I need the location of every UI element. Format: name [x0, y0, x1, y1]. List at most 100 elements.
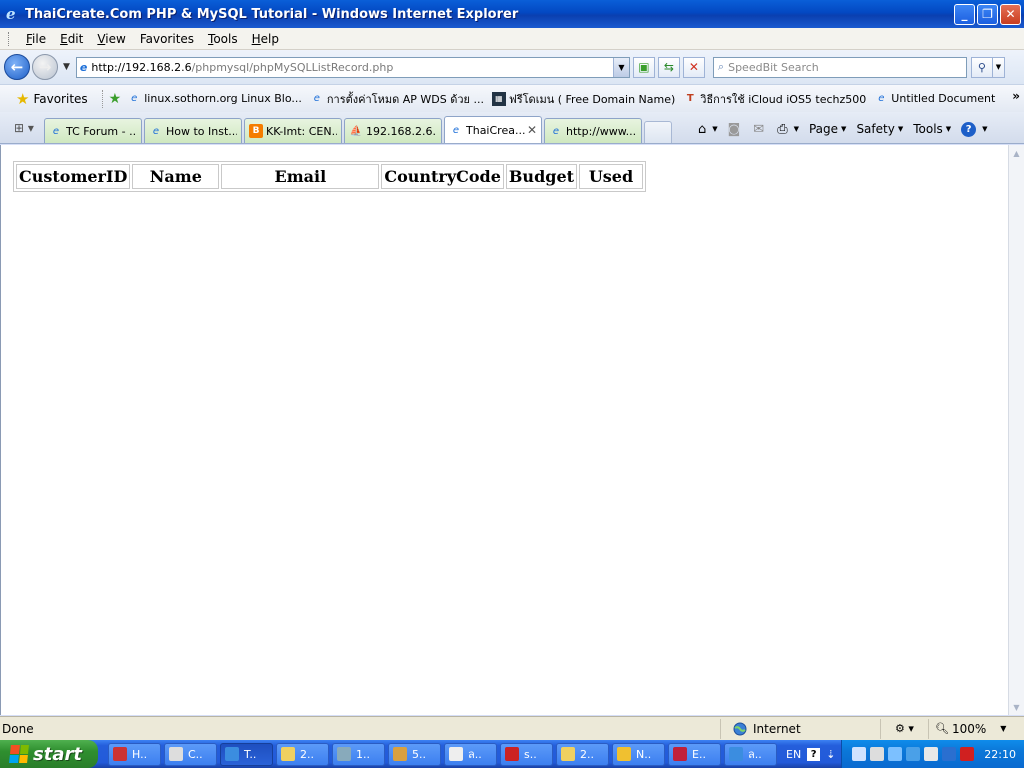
restore-button[interactable]: ❐: [977, 3, 998, 25]
command-bar: ⌂ ▼ ◙ ✉ ⎙ ▼ Page ▼ Safety ▼ Tools ▼ ? ▼: [688, 115, 988, 143]
fav-link-untitled[interactable]: e Untitled Document: [874, 92, 995, 106]
customer-table: CustomerID Name Email CountryCode Budget…: [13, 161, 647, 192]
home-button[interactable]: ⌂ ▼: [698, 122, 718, 137]
favorites-separator: [101, 89, 103, 108]
menu-file[interactable]: File: [19, 32, 53, 46]
favorites-bar: ★ Favorites ★ e linux.sothorn.org Linux B…: [0, 84, 1024, 112]
header-countrycode: CountryCode: [381, 164, 504, 189]
menu-help[interactable]: Help: [245, 32, 286, 46]
sync-icon[interactable]: [888, 747, 903, 761]
title-bar: e ThaiCreate.Com PHP & MySQL Tutorial - …: [0, 0, 1024, 28]
tab-how-to-install[interactable]: e How to Inst...: [144, 118, 242, 143]
search-icon[interactable]: ⚲: [970, 56, 993, 78]
speaker-icon[interactable]: [924, 747, 939, 761]
site-icon: ▦: [491, 91, 506, 106]
taskbar-item[interactable]: ล..: [444, 742, 497, 766]
recent-pages-dropdown[interactable]: ▼: [63, 62, 70, 72]
page-content: CustomerID Name Email CountryCode Budget…: [0, 145, 1008, 715]
fav-link-ap-wds[interactable]: e การตั้งค่าโหมด AP WDS ด้วย ...: [310, 90, 484, 108]
app-tray-icon[interactable]: [942, 747, 957, 761]
help-menu[interactable]: ? ▼: [961, 121, 988, 137]
menu-edit[interactable]: Edit: [53, 32, 90, 46]
toolbar-grip: [8, 31, 11, 46]
taskbar-item[interactable]: s..: [500, 742, 553, 766]
back-button[interactable]: ←: [4, 54, 30, 80]
taskbar: start H.. C.. T.. 2.. 1.. 5.. ล.. s.. 2.…: [0, 740, 1024, 768]
shield-icon[interactable]: [906, 747, 921, 761]
mail-button[interactable]: ✉: [753, 122, 767, 137]
start-button[interactable]: start: [0, 740, 98, 768]
search-options-dropdown[interactable]: ▼: [992, 56, 1005, 78]
more-favorites-chevron-icon[interactable]: »: [1012, 89, 1020, 103]
task-list: H.. C.. T.. 2.. 1.. 5.. ล.. s.. 2.. N.. …: [108, 742, 780, 766]
language-indicator[interactable]: EN ? ⇣: [786, 747, 835, 761]
network-icon[interactable]: [852, 747, 867, 761]
tools-menu[interactable]: Tools ▼: [913, 122, 951, 136]
window-title: ThaiCreate.Com PHP & MySQL Tutorial - Wi…: [25, 6, 519, 22]
ie-icon: e: [5, 6, 21, 22]
taskbar-item[interactable]: 2..: [276, 742, 329, 766]
tab-kk-imt[interactable]: B KK-Imt: CEN...: [244, 118, 342, 143]
taskbar-item[interactable]: T..: [220, 742, 273, 766]
close-tab-icon[interactable]: ✕: [527, 123, 537, 137]
safety-menu[interactable]: Safety ▼: [856, 122, 903, 136]
compatibility-icon[interactable]: ▣: [632, 56, 655, 78]
home-icon: ⌂: [698, 121, 707, 137]
acrobat-icon[interactable]: [960, 747, 975, 761]
printer-tray-icon[interactable]: [870, 747, 885, 761]
taskbar-item[interactable]: 2..: [556, 742, 609, 766]
tab-tc-forum[interactable]: e TC Forum - ...: [44, 118, 142, 143]
taskbar-item[interactable]: C..: [164, 742, 217, 766]
address-dropdown-icon[interactable]: ▼: [612, 57, 629, 77]
menu-view[interactable]: View: [90, 32, 132, 46]
tab-phpmyadmin[interactable]: ⛵ 192.168.2.6...: [344, 118, 442, 143]
stop-icon[interactable]: ✕: [682, 56, 705, 78]
taskbar-item[interactable]: E..: [668, 742, 721, 766]
menu-tools[interactable]: Tools: [201, 32, 245, 46]
tab-thaicreate[interactable]: e ThaiCrea... ✕: [444, 116, 542, 143]
scroll-up-icon[interactable]: ▲: [1009, 145, 1024, 161]
favorites-star-icon: ★: [16, 89, 30, 108]
favorites-button[interactable]: Favorites: [33, 92, 87, 106]
globe-icon: [733, 722, 747, 736]
ie-page-icon: e: [152, 125, 160, 137]
scroll-down-icon[interactable]: ▼: [1009, 699, 1024, 715]
close-button[interactable]: ✕: [1000, 3, 1021, 25]
quick-tabs-icon[interactable]: ⊞ ▾: [4, 116, 44, 140]
new-tab-button[interactable]: [644, 121, 672, 143]
add-favorite-icon[interactable]: ★: [109, 91, 122, 107]
phpmyadmin-icon: ⛵: [349, 125, 363, 137]
printer-icon: ⎙: [777, 121, 788, 137]
taskbar-item[interactable]: H..: [108, 742, 161, 766]
status-bar: Done Internet ⚙ ▾ 🔍︎ 100% ▼: [0, 716, 1024, 740]
vertical-scrollbar[interactable]: ▲ ▼: [1008, 145, 1024, 715]
svg-text:e: e: [6, 6, 16, 22]
security-zone[interactable]: Internet: [720, 718, 880, 739]
taskbar-item[interactable]: 1..: [332, 742, 385, 766]
ie-page-icon: e: [52, 125, 60, 137]
menu-favorites[interactable]: Favorites: [133, 32, 201, 46]
forward-button[interactable]: →: [32, 54, 58, 80]
minimize-button[interactable]: _: [954, 3, 975, 25]
feeds-button[interactable]: ◙: [728, 122, 744, 137]
refresh-icon[interactable]: ⇆: [657, 56, 680, 78]
zoom-control[interactable]: 🔍︎ 100% ▼: [928, 718, 1024, 739]
taskbar-item[interactable]: N..: [612, 742, 665, 766]
taskbar-item[interactable]: 5..: [388, 742, 441, 766]
protected-mode-icon[interactable]: ⚙ ▾: [880, 718, 928, 739]
fav-link-icloud[interactable]: T วิธีการใช้ iCloud iOS5 techz500: [683, 90, 866, 108]
page-menu[interactable]: Page ▼: [809, 122, 846, 136]
print-button[interactable]: ⎙ ▼: [777, 122, 799, 137]
table-header-row: CustomerID Name Email CountryCode Budget…: [16, 164, 644, 189]
help-icon: ?: [961, 121, 977, 137]
fav-link-sothorn[interactable]: e linux.sothorn.org Linux Blo...: [127, 92, 302, 106]
search-input[interactable]: ⌕ SpeedBit Search: [712, 56, 967, 78]
fav-link-free-domain[interactable]: ▦ ฟรีโดเมน ( Free Domain Name): [491, 90, 675, 108]
tab-http-www[interactable]: e http://www....: [544, 118, 642, 143]
zoom-dropdown-icon[interactable]: ▼: [1000, 724, 1006, 733]
address-input[interactable]: e http://192.168.2.6/phpmysql/phpMySQLLi…: [75, 56, 630, 78]
ie-page-icon: e: [452, 124, 460, 136]
address-toolbar: ← → ▼ e http://192.168.2.6/phpmysql/phpM…: [0, 50, 1024, 84]
zoom-icon: 🔍︎: [935, 722, 949, 735]
taskbar-item[interactable]: ล..: [724, 742, 777, 766]
